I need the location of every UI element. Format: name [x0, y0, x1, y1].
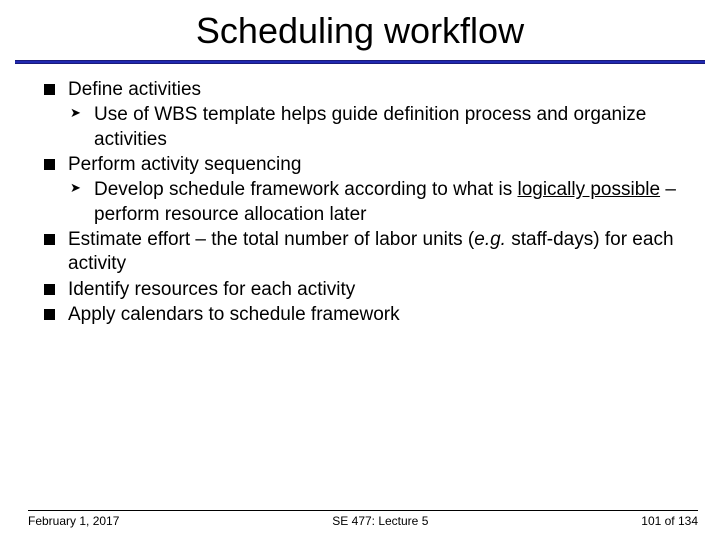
italic-text: e.g.	[474, 229, 506, 250]
slide-title: Scheduling workflow	[0, 0, 720, 60]
underlined-text: logically possible	[517, 179, 660, 200]
bullet-identify-resources: Identify resources for each activity	[44, 278, 680, 302]
footer-date: February 1, 2017	[28, 514, 119, 528]
chevron-right-icon: ➤	[70, 105, 81, 122]
footer-page-number: 101 of 134	[641, 514, 698, 528]
content-area: Define activities ➤ Use of WBS template …	[0, 64, 720, 327]
square-bullet-icon	[44, 234, 55, 245]
bullet-text: Perform activity sequencing	[68, 154, 301, 175]
slide-footer: February 1, 2017 SE 477: Lecture 5 101 o…	[0, 510, 720, 528]
sub-bullet-text: Use of WBS template helps guide definiti…	[94, 104, 646, 149]
bullet-estimate-effort: Estimate effort – the total number of la…	[44, 228, 680, 277]
sub-bullet-wbs: ➤ Use of WBS template helps guide defini…	[44, 103, 680, 152]
bullet-text: Define activities	[68, 79, 201, 100]
square-bullet-icon	[44, 309, 55, 320]
bullet-text: Estimate effort – the total number of la…	[68, 229, 674, 274]
sub-bullet-develop-framework: ➤ Develop schedule framework according t…	[44, 178, 680, 227]
bullet-define-activities: Define activities	[44, 78, 680, 102]
footer-rule	[28, 510, 698, 511]
bullet-perform-sequencing: Perform activity sequencing	[44, 153, 680, 177]
bullet-text: Apply calendars to schedule framework	[68, 304, 400, 325]
square-bullet-icon	[44, 159, 55, 170]
footer-course: SE 477: Lecture 5	[332, 514, 428, 528]
chevron-right-icon: ➤	[70, 180, 81, 197]
sub-bullet-text: Develop schedule framework according to …	[94, 179, 676, 224]
square-bullet-icon	[44, 284, 55, 295]
bullet-text: Identify resources for each activity	[68, 279, 355, 300]
bullet-apply-calendars: Apply calendars to schedule framework	[44, 303, 680, 327]
square-bullet-icon	[44, 84, 55, 95]
